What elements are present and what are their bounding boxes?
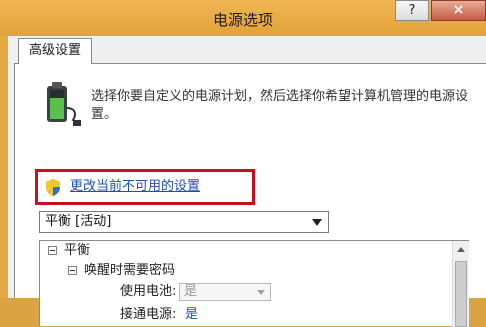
battery-power-icon — [47, 82, 81, 126]
chevron-down-icon — [257, 290, 265, 295]
dialog-client: 高级设置 选择你要自定义的电源计划，然后选择你希望计算机管理的电源设置。 更改当… — [8, 36, 486, 327]
close-button[interactable]: × — [431, 0, 486, 21]
scroll-thumb[interactable] — [455, 261, 467, 327]
chevron-down-icon — [312, 219, 322, 226]
scroll-up-arrow-icon[interactable] — [453, 241, 469, 257]
tree-item-wake-password[interactable]: 唤醒时需要密码 — [84, 263, 175, 279]
help-button[interactable]: ? — [395, 0, 429, 21]
tab-advanced-settings[interactable]: 高级设置 — [18, 38, 92, 64]
power-plan-select[interactable]: 平衡 [活动] — [39, 211, 329, 233]
dialog-window: 电源选项 ? × 高级设置 选择你要自定义的电源计划，然后选择你希望计算机管理的… — [0, 0, 486, 327]
close-icon: × — [452, 2, 465, 18]
plugged-in-label: 接通电源: — [120, 307, 177, 322]
advanced-settings-panel: 选择你要自定义的电源计划，然后选择你希望计算机管理的电源设置。 更改当前不可用的… — [14, 63, 486, 327]
vertical-scrollbar[interactable] — [452, 241, 469, 327]
shield-icon — [46, 179, 60, 196]
expander-collapse-icon[interactable] — [48, 246, 57, 255]
expander-collapse-icon[interactable] — [68, 266, 77, 275]
title-bar[interactable]: 电源选项 ? × — [0, 0, 486, 36]
change-unavailable-settings-link[interactable]: 更改当前不可用的设置 — [70, 178, 200, 196]
help-icon: ? — [408, 3, 416, 18]
power-plan-value: 平衡 [活动] — [45, 214, 112, 229]
settings-tree[interactable]: 平衡 唤醒时需要密码 使用电池: 是 接通电源: 是 — [39, 240, 469, 327]
description-text: 选择你要自定义的电源计划，然后选择你希望计算机管理的电源设置。 — [91, 89, 469, 122]
tree-item-balanced[interactable]: 平衡 — [64, 243, 90, 259]
plugged-in-value[interactable]: 是 — [185, 307, 198, 323]
on-battery-select[interactable]: 是 — [179, 283, 271, 301]
